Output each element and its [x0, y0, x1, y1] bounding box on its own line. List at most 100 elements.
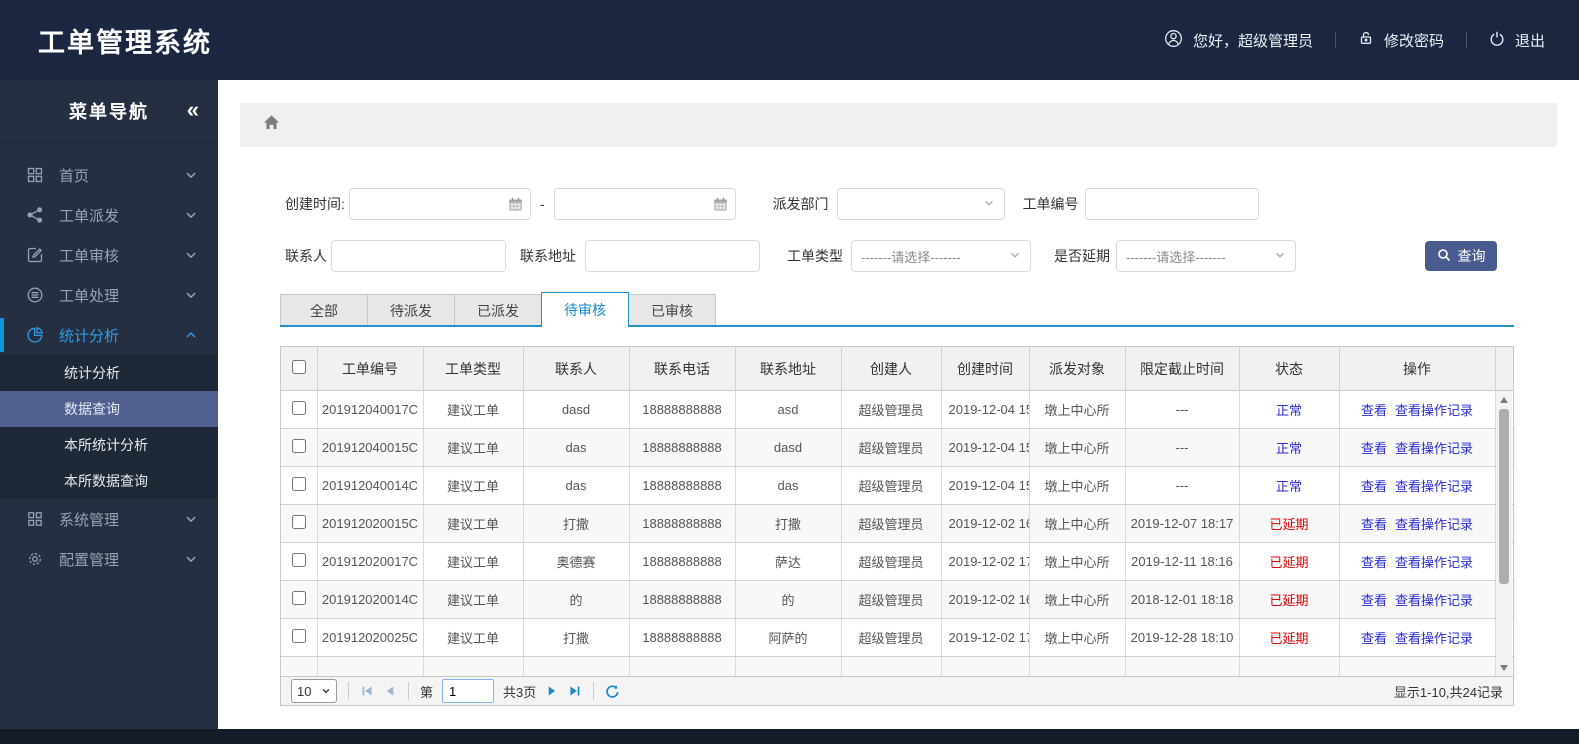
dispatch-dept-select[interactable]	[836, 188, 1005, 220]
cell-empty	[941, 656, 1030, 676]
tab-4[interactable]: 已审核	[628, 294, 716, 327]
cell-deadline: 2019-12-07 18:17	[1125, 504, 1240, 543]
sidebar-item-2[interactable]: 工单审核	[0, 235, 218, 275]
row-checkbox[interactable]	[291, 401, 306, 415]
view-link[interactable]: 查看	[1361, 441, 1387, 456]
cell-creator: 超级管理员	[841, 428, 942, 467]
created-from-field	[348, 188, 531, 220]
filter-row-2: 联系人 联系地址 工单类型 -------请选择------- 是否延期 ---…	[285, 240, 1579, 272]
row-checkbox[interactable]	[291, 439, 306, 453]
page-number-input[interactable]	[442, 679, 495, 703]
tab-1[interactable]: 待派发	[367, 294, 455, 327]
user-menu[interactable]: 您好，超级管理员	[1164, 29, 1313, 52]
cell-empty	[281, 656, 318, 676]
page-size-select[interactable]: 10	[291, 679, 337, 703]
created-time-label: 创建时间:	[285, 196, 345, 212]
sidebar-item-label: 工单审核	[59, 247, 120, 265]
row-checkbox[interactable]	[291, 629, 306, 643]
submenu-item-3[interactable]: 本所数据查询	[0, 463, 218, 499]
row-checkbox-cell	[281, 542, 318, 581]
table-scrollbar[interactable]	[1496, 391, 1512, 676]
filter-row-1: 创建时间: - 派发部门 工单编号	[285, 188, 1579, 220]
created-to-input[interactable]	[553, 188, 736, 220]
view-link[interactable]: 查看	[1361, 593, 1387, 608]
view-log-link[interactable]: 查看操作记录	[1395, 555, 1473, 570]
first-page-button[interactable]	[360, 684, 374, 698]
row-checkbox[interactable]	[291, 553, 306, 567]
order-no-input[interactable]	[1084, 188, 1259, 220]
search-button[interactable]: 查询	[1425, 241, 1497, 271]
chevron-up-icon	[184, 328, 198, 342]
sidebar-item-4[interactable]: 统计分析	[0, 315, 218, 355]
total-pages-label: 共3页	[503, 684, 537, 700]
view-log-link[interactable]: 查看操作记录	[1395, 403, 1473, 418]
change-password-button[interactable]: 修改密码	[1358, 30, 1444, 51]
next-page-button[interactable]	[545, 684, 559, 698]
scrollbar-thumb[interactable]	[1499, 409, 1509, 584]
submenu-item-1[interactable]: 数据查询	[0, 391, 218, 427]
row-checkbox[interactable]	[291, 591, 306, 605]
pagination-summary: 显示1-10,共24记录	[1393, 684, 1503, 700]
row-checkbox[interactable]	[291, 477, 306, 491]
refresh-button[interactable]	[605, 684, 620, 699]
scroll-up-icon[interactable]	[1500, 397, 1508, 403]
contact-input[interactable]	[331, 240, 506, 272]
home-icon[interactable]	[262, 113, 281, 137]
view-link[interactable]: 查看	[1361, 631, 1387, 646]
sidebar-item-label: 工单派发	[59, 207, 120, 225]
status-badge: 已延期	[1269, 631, 1309, 646]
table-row: 201912020017C 建议工单 奥德赛 18888888888 萨达 超级管理员 20…	[281, 542, 1513, 581]
tab-3[interactable]: 待审核	[541, 292, 629, 327]
view-link[interactable]: 查看	[1361, 403, 1387, 418]
app-header: 工单管理系统 您好，超级管理员 修改密码 退出	[0, 0, 1579, 80]
cell-creator: 超级管理员	[841, 390, 942, 429]
cell-deadline: ---	[1125, 466, 1240, 505]
sidebar-item-5[interactable]: 系统管理	[0, 499, 218, 539]
sidebar-collapse-button[interactable]: «	[187, 97, 199, 123]
cell-creator: 超级管理员	[841, 542, 942, 581]
is-delayed-value: -------请选择-------	[1126, 249, 1226, 265]
calendar-icon[interactable]	[507, 196, 524, 213]
cell-type: 建议工单	[423, 466, 524, 505]
sidebar-item-0[interactable]: 首页	[0, 155, 218, 195]
cell-created: 2019-12-02 16	[941, 504, 1030, 543]
last-page-button[interactable]	[568, 684, 582, 698]
view-link[interactable]: 查看	[1361, 517, 1387, 532]
created-from-input[interactable]	[348, 188, 531, 220]
view-link[interactable]: 查看	[1361, 479, 1387, 494]
cell-type: 建议工单	[423, 580, 524, 619]
change-password-label: 修改密码	[1383, 32, 1444, 50]
is-delayed-select[interactable]: -------请选择-------	[1116, 240, 1296, 272]
view-log-link[interactable]: 查看操作记录	[1395, 593, 1473, 608]
sidebar-item-1[interactable]: 工单派发	[0, 195, 218, 235]
cell-type: 建议工单	[423, 390, 524, 429]
prev-page-button[interactable]	[383, 684, 397, 698]
header-checkbox[interactable]	[291, 360, 306, 374]
row-checkbox[interactable]	[291, 515, 306, 529]
submenu-item-0[interactable]: 统计分析	[0, 355, 218, 391]
order-type-select[interactable]: -------请选择-------	[851, 240, 1031, 272]
cell-type: 建议工单	[423, 542, 524, 581]
sidebar-item-3[interactable]: 工单处理	[0, 275, 218, 315]
power-icon	[1489, 30, 1505, 50]
contact-address-input[interactable]	[585, 240, 760, 272]
view-log-link[interactable]: 查看操作记录	[1395, 479, 1473, 494]
calendar-icon[interactable]	[712, 196, 729, 213]
view-log-link[interactable]: 查看操作记录	[1395, 441, 1473, 456]
tab-0[interactable]: 全部	[280, 294, 368, 327]
cell-created: 2019-12-02 17	[941, 618, 1030, 657]
submenu-item-2[interactable]: 本所统计分析	[0, 427, 218, 463]
scroll-down-icon[interactable]	[1500, 665, 1508, 671]
tab-2[interactable]: 已派发	[454, 294, 542, 327]
cell-operations: 查看 查看操作记录	[1339, 466, 1496, 505]
view-log-link[interactable]: 查看操作记录	[1395, 631, 1473, 646]
sidebar-item-6[interactable]: 配置管理	[0, 539, 218, 579]
view-log-link[interactable]: 查看操作记录	[1395, 517, 1473, 532]
logout-button[interactable]: 退出	[1489, 30, 1545, 51]
cell-order_no: 201912020015C	[317, 504, 424, 543]
chevron-down-icon	[184, 288, 198, 302]
header-checkbox-cell	[281, 347, 318, 391]
cell-operations: 查看 查看操作记录	[1339, 390, 1496, 429]
view-link[interactable]: 查看	[1361, 555, 1387, 570]
cell-created: 2019-12-04 15	[941, 466, 1030, 505]
